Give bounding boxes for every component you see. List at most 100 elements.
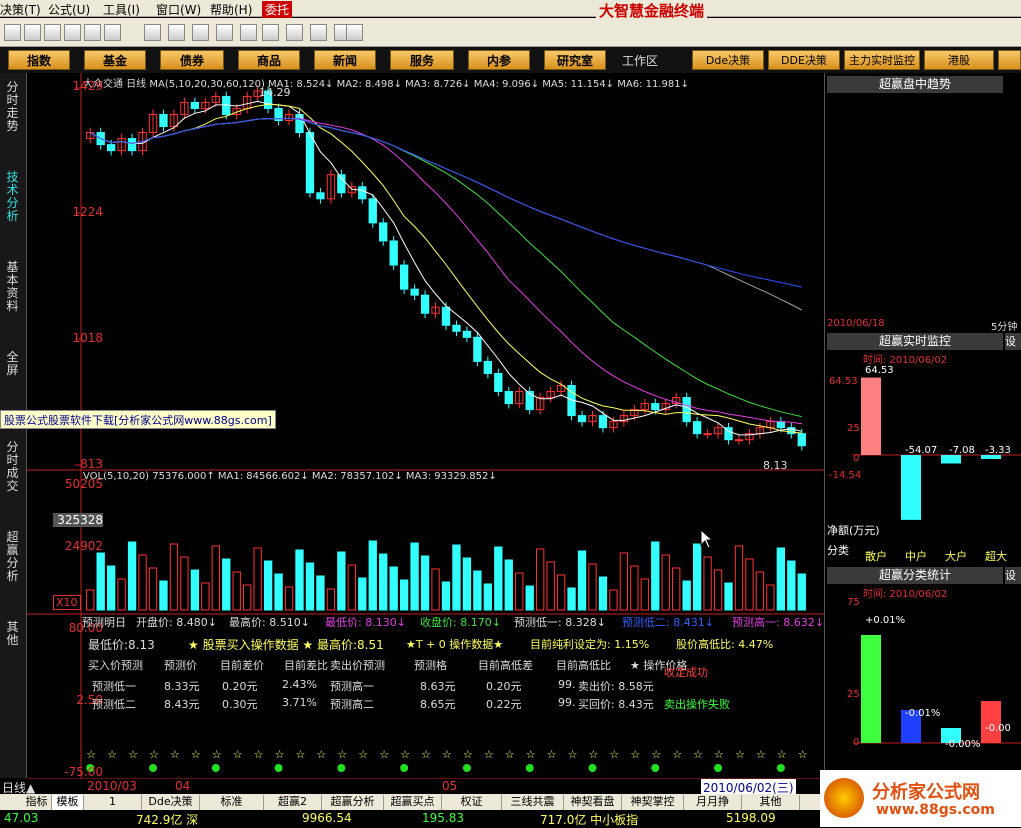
volume-bar: [159, 580, 168, 611]
table-icon[interactable]: [44, 24, 61, 41]
btab-shenqi-control[interactable]: 神契掌控: [622, 795, 684, 810]
btab-monthly[interactable]: 月月挣: [684, 795, 742, 810]
tab-intraday[interactable]: 分时走势: [4, 81, 21, 133]
tab-technical[interactable]: 技术分析: [4, 171, 21, 223]
info-r1-9: 收定成功: [664, 666, 708, 679]
btab-standard[interactable]: 标准: [200, 795, 264, 810]
nav-bond[interactable]: 债券: [160, 50, 224, 70]
menu-decision[interactable]: 决策(T): [0, 1, 41, 18]
volume-bar: [651, 541, 660, 611]
btab-triple[interactable]: 三线共震: [502, 795, 564, 810]
help-cursor-icon[interactable]: [346, 24, 363, 41]
nav-service[interactable]: 服务: [390, 50, 454, 70]
menu-help[interactable]: 帮助(H): [210, 1, 252, 18]
nav-overflow[interactable]: [998, 50, 1021, 70]
volume-bar: [106, 565, 116, 611]
info-hdr-0: 买入价预测: [88, 659, 143, 672]
candle-body: [494, 372, 503, 393]
candle-body: [703, 433, 712, 436]
note-icon[interactable]: [144, 24, 161, 41]
info-r1-3: 2.43%: [282, 678, 317, 691]
candle-body: [420, 294, 430, 314]
btab-warrant[interactable]: 权证: [442, 795, 502, 810]
btab-template[interactable]: 模板: [52, 795, 84, 810]
chart-icon[interactable]: [24, 24, 41, 41]
menu-window[interactable]: 窗口(W): [156, 1, 201, 18]
tab-super-analysis[interactable]: 超赢分析: [4, 531, 21, 583]
volume-bar: [316, 575, 325, 611]
candle-body: [682, 397, 691, 423]
volume-header: VOL(5,10,20) 75376.000↑ MA1: 84566.602↓ …: [83, 471, 497, 482]
alert-icon[interactable]: [192, 24, 209, 41]
link-icon[interactable]: [216, 24, 233, 41]
nav-dde-decision[interactable]: Dde决策: [692, 50, 764, 70]
layout-icon[interactable]: [4, 24, 21, 41]
btab-super2[interactable]: 超赢2: [264, 795, 322, 810]
btab-dde[interactable]: Dde决策: [142, 795, 200, 810]
nav-research[interactable]: 研究室: [544, 50, 606, 70]
pen-icon[interactable]: [104, 24, 121, 41]
nav-workspace[interactable]: 工作区: [622, 52, 658, 69]
trend-title[interactable]: 超赢盘中趋势: [827, 76, 1003, 93]
monitor-bar: [901, 455, 921, 520]
candle-body: [159, 113, 168, 128]
card-icon[interactable]: [286, 24, 303, 41]
btab-shenqi-view[interactable]: 神契看盘: [564, 795, 622, 810]
news-icon[interactable]: [240, 24, 257, 41]
menu-tools[interactable]: 工具(I): [103, 1, 140, 18]
nav-insider[interactable]: 内参: [468, 50, 530, 70]
candle-body: [734, 439, 744, 442]
category-xlarge: 超大: [985, 550, 1007, 563]
tab-other[interactable]: 其他: [4, 621, 21, 647]
nav-index[interactable]: 指数: [8, 50, 70, 70]
category-medium: 中户: [905, 550, 927, 563]
info-r1-5: 8.63元: [420, 680, 456, 693]
page-icon[interactable]: [262, 24, 279, 41]
diamond-icon[interactable]: [168, 24, 185, 41]
candle-body: [483, 360, 493, 374]
time-label-05: 05: [442, 779, 458, 793]
info-r2-0: 预测低二: [92, 698, 136, 711]
nav-hk-stock[interactable]: 港股: [924, 50, 994, 70]
info-r1-7: 99.: [558, 678, 576, 691]
status-4: 717.0亿 中小板指: [540, 813, 639, 827]
nav-fund[interactable]: 基金: [84, 50, 146, 70]
binoculars-icon[interactable]: [64, 24, 81, 41]
btab-indicator[interactable]: 指标: [22, 795, 52, 810]
tab-fundamentals[interactable]: 基本资料: [4, 261, 21, 313]
nav-news[interactable]: 新闻: [314, 50, 376, 70]
time-label-04: 04: [175, 779, 191, 793]
monitor-settings[interactable]: 设: [1005, 333, 1021, 350]
volume-bar: [410, 542, 419, 611]
btab-super-buy[interactable]: 超赢买点: [384, 795, 442, 810]
candle-body: [598, 415, 608, 429]
candle-body: [190, 101, 200, 109]
info-row2-1: ★ 股票买入操作数据 ★ 最高价:8.51: [188, 638, 384, 652]
class-val-0: +0.01%: [865, 615, 906, 626]
candle-body: [379, 222, 388, 242]
bar-chart-icon[interactable]: [84, 24, 101, 41]
menu-formula[interactable]: 公式(U): [48, 1, 90, 18]
brand-logo: 分析家公式网 www.88gs.com: [820, 770, 1021, 827]
class-val-3: -0.00: [985, 723, 1011, 734]
class-title[interactable]: 超赢分类统计: [827, 567, 1003, 584]
monitor-title[interactable]: 超赢实时监控: [827, 333, 1003, 350]
class-settings[interactable]: 设: [1005, 567, 1021, 584]
nav-commodity[interactable]: 商品: [238, 50, 300, 70]
btab-other[interactable]: 其他: [742, 795, 800, 810]
btab-1[interactable]: 1: [84, 795, 142, 810]
low-label: 8.13: [763, 459, 788, 472]
menu-entrust[interactable]: 委托: [262, 1, 293, 18]
info-row2-2: ★T + 0 操作数据★: [406, 638, 504, 651]
info-hdr-5: 预测格: [414, 659, 447, 672]
tab-fullscreen[interactable]: 全屏: [4, 351, 21, 377]
tab-tick-trades[interactable]: 分时成交: [4, 441, 21, 493]
grid-icon[interactable]: [310, 24, 327, 41]
trend-date: 2010/06/18: [827, 318, 885, 329]
nav-dde-decision-2[interactable]: DDE决策: [768, 50, 840, 70]
promo-banner[interactable]: 股票公式股票软件下载[分析家公式网www.88gs.com]: [0, 410, 276, 429]
info-row2-4: 股价高低比: 4.47%: [676, 638, 774, 651]
nav-main-monitor[interactable]: 主力实时监控: [844, 50, 920, 70]
info-row1-7: 预测高一: 8.632↓: [732, 616, 824, 629]
btab-super-analysis[interactable]: 超赢分析: [322, 795, 384, 810]
